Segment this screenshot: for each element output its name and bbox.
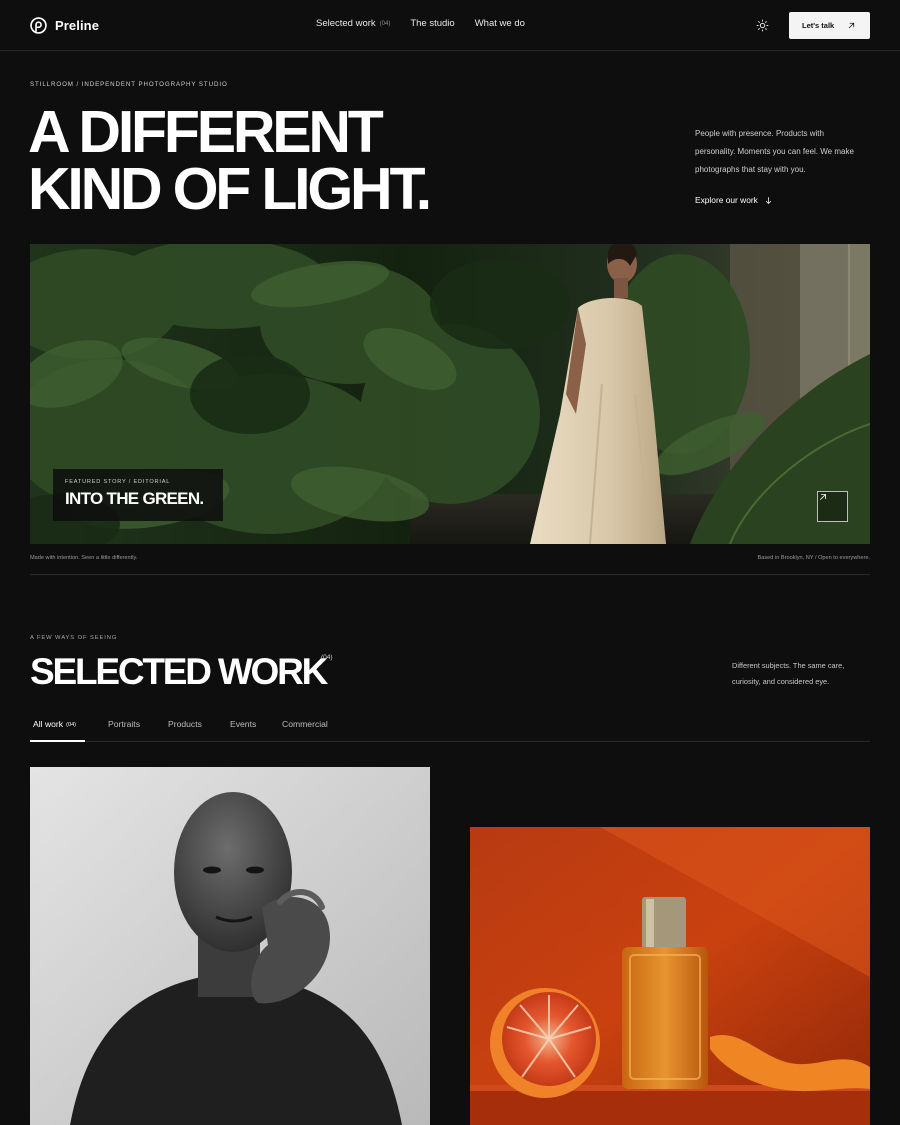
hero-title-line-2: KIND OF LIGHT.	[28, 156, 432, 222]
product-photo	[470, 827, 870, 1125]
nav-item-selected-work[interactable]: Selected work (04)	[316, 18, 390, 29]
tab-label: All work	[33, 719, 64, 729]
featured-story-open-button[interactable]	[817, 491, 848, 522]
explore-label: Explore our work	[695, 195, 758, 205]
tab-portraits[interactable]: Portraits	[108, 719, 140, 729]
featured-meta-left: Made with intention. Seen a little diffe…	[30, 555, 138, 561]
work-item-portrait[interactable]	[30, 767, 430, 1125]
main-nav: Selected work (04) The studio What we do	[316, 18, 525, 29]
hero-description: People with presence. Products with pers…	[695, 129, 854, 174]
brand-name: Preline	[55, 17, 100, 33]
arrow-up-right-icon	[820, 494, 826, 500]
featured-story-title: INTO THE GREEN.	[65, 489, 204, 508]
brand-logo[interactable]: Preline	[30, 16, 99, 34]
nav-item-label: The studio	[410, 18, 455, 29]
nav-item-what-we-do[interactable]: What we do	[475, 18, 525, 29]
preline-logo-icon	[30, 16, 47, 34]
tab-commercial[interactable]: Commercial	[282, 719, 328, 729]
arrow-up-right-icon	[848, 22, 855, 29]
work-description: Different subjects. The same care, curio…	[732, 661, 845, 686]
section-divider	[30, 574, 870, 575]
nav-item-label: Selected work	[316, 18, 376, 29]
tab-products[interactable]: Products	[168, 719, 202, 729]
arrow-down-icon	[765, 196, 771, 204]
featured-story-label: FEATURED STORY / EDITORIAL	[65, 479, 171, 485]
hero-title-line-1: A DIFFERENT	[28, 99, 384, 165]
active-tab-indicator	[30, 740, 85, 742]
tab-label: Portraits	[108, 719, 140, 729]
tab-label: Events	[230, 719, 257, 729]
featured-meta-right: Based in Brooklyn, NY / Open to everywhe…	[757, 555, 870, 561]
nav-item-count: (04)	[379, 21, 391, 27]
work-filter-tabs: All work (04) Portraits Products Events C…	[30, 712, 870, 742]
work-eyebrow: A FEW WAYS OF SEEING	[30, 635, 118, 641]
lets-talk-button[interactable]: Let's talk	[789, 12, 870, 39]
work-item-product[interactable]	[470, 827, 870, 1125]
work-section-title: SELECTED WORK	[30, 651, 328, 692]
tab-all-work[interactable]: All work (04)	[33, 719, 76, 729]
hero-eyebrow: STILLROOM / INDEPENDENT PHOTOGRAPHY STUD…	[30, 81, 228, 88]
tab-count: (04)	[66, 722, 77, 728]
tab-events[interactable]: Events	[230, 719, 256, 729]
tab-label: Commercial	[282, 719, 328, 729]
hero-title: A DIFFERENT KIND OF LIGHT.	[28, 99, 432, 222]
site-header: Preline Selected work (04) The studio Wha…	[0, 0, 900, 51]
portrait-photo	[30, 767, 430, 1125]
nav-item-the-studio[interactable]: The studio	[410, 18, 454, 29]
explore-work-link[interactable]: Explore our work	[695, 195, 773, 205]
tab-label: Products	[168, 719, 202, 729]
theme-toggle-button[interactable]	[754, 17, 771, 34]
nav-item-label: What we do	[474, 18, 525, 29]
work-count: (04)	[321, 654, 333, 661]
cta-label: Let's talk	[802, 21, 835, 30]
sun-icon	[756, 19, 769, 32]
featured-story-card[interactable]: FEATURED STORY / EDITORIAL INTO THE GREE…	[30, 244, 870, 544]
featured-story-caption: FEATURED STORY / EDITORIAL INTO THE GREE…	[53, 469, 223, 521]
